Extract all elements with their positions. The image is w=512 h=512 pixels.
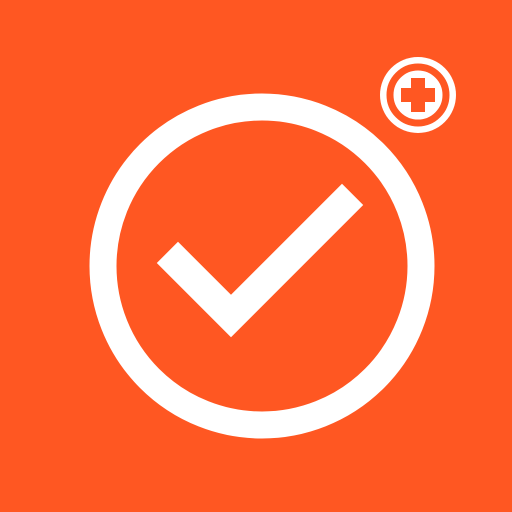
- app-icon-artwork: [0, 0, 512, 512]
- app-icon: [0, 0, 512, 512]
- plus-circle-icon: [380, 57, 456, 133]
